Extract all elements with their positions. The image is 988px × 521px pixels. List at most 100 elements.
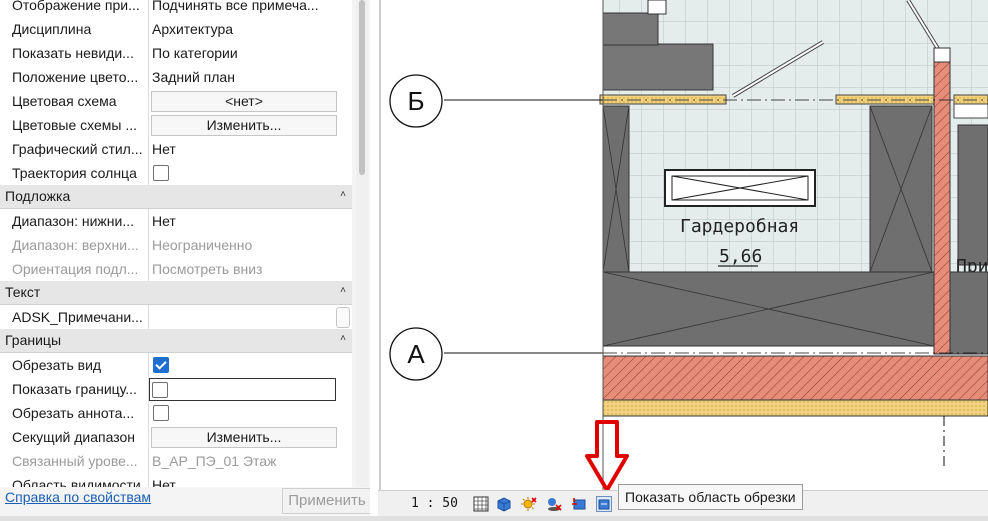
grid-bubble-b[interactable]: Б bbox=[389, 74, 443, 128]
property-row[interactable]: Обрезать вид bbox=[0, 353, 352, 378]
property-row[interactable]: Обрезать аннота... bbox=[0, 401, 352, 426]
property-value[interactable]: Посмотреть вниз bbox=[152, 257, 348, 281]
property-row[interactable]: Дисциплина Архитектура bbox=[0, 17, 352, 42]
crop-view-icon[interactable] bbox=[571, 496, 587, 512]
room-name-label: Гардеробная bbox=[680, 216, 799, 237]
property-row[interactable]: Траектория солнца bbox=[0, 161, 352, 186]
red-arrow-annotation bbox=[585, 420, 629, 492]
grid-b-label: Б bbox=[407, 86, 424, 116]
insulation-strip bbox=[599, 94, 727, 105]
column-divider bbox=[148, 449, 149, 473]
property-name: Положение цвето... bbox=[12, 69, 139, 85]
property-row[interactable]: Положение цвето... Задний план bbox=[0, 65, 352, 90]
property-row[interactable]: Секущий диапазон Изменить... bbox=[0, 425, 352, 450]
column-divider bbox=[148, 65, 149, 89]
scale-indicator[interactable]: 1 : 50 bbox=[411, 496, 458, 511]
bottom-edge bbox=[0, 516, 988, 521]
properties-panel: Отображение при... Подчинять все примеча.… bbox=[0, 0, 370, 521]
dark-panel-top bbox=[602, 12, 659, 46]
tooltip: Показать область обрезки bbox=[618, 484, 803, 510]
property-name: Отображение при... bbox=[12, 0, 140, 13]
grid-bubble-a[interactable]: А bbox=[389, 327, 443, 381]
brick-wall-horizontal bbox=[602, 355, 988, 401]
property-name: Графический стил... bbox=[12, 141, 143, 157]
property-value[interactable]: По категории bbox=[152, 41, 348, 65]
property-row[interactable]: Цветовые схемы ... Изменить... bbox=[0, 113, 352, 138]
property-value-button[interactable]: Изменить... bbox=[151, 115, 337, 136]
property-group-header[interactable]: Подложка ˄ bbox=[0, 185, 352, 209]
column-divider bbox=[148, 137, 149, 161]
apply-button[interactable]: Применить bbox=[282, 488, 370, 514]
property-row[interactable]: Диапазон: верхни... Неограниченно bbox=[0, 233, 352, 258]
property-value[interactable]: В_АР_ПЭ_01 Этаж bbox=[152, 449, 348, 473]
column-divider bbox=[148, 401, 149, 425]
property-checkbox[interactable] bbox=[153, 405, 169, 421]
grid-a-label: А bbox=[407, 339, 425, 369]
drawing-view[interactable]: Гардеробная 5,66 При 5 Б А bbox=[378, 0, 988, 521]
group-title: Текст bbox=[5, 284, 41, 300]
property-group-header[interactable]: Границы ˄ bbox=[0, 329, 352, 353]
property-row[interactable]: ADSK_Примечани... bbox=[0, 305, 352, 330]
shadows-icon[interactable] bbox=[546, 496, 562, 512]
property-checkbox[interactable] bbox=[153, 165, 169, 181]
show-crop-region-icon[interactable] bbox=[596, 496, 612, 512]
column-divider bbox=[148, 353, 149, 377]
property-value[interactable]: Неограниченно bbox=[152, 233, 348, 257]
collapse-chevron-icon[interactable]: ˄ bbox=[340, 333, 346, 344]
properties-scrollbar[interactable] bbox=[356, 0, 368, 487]
column-divider bbox=[148, 113, 149, 137]
property-value[interactable]: Нет bbox=[152, 209, 348, 233]
column-divider bbox=[148, 17, 149, 41]
property-name: Траектория солнца bbox=[12, 165, 137, 181]
column-divider bbox=[148, 0, 149, 17]
properties-help-link[interactable]: Справка по свойствам bbox=[5, 489, 151, 505]
property-group-header[interactable]: Текст ˄ bbox=[0, 281, 352, 305]
property-name: Дисциплина bbox=[12, 21, 92, 37]
property-name: Цветовая схема bbox=[12, 93, 117, 109]
property-checkbox[interactable] bbox=[153, 357, 169, 373]
floor-plan-drawing[interactable]: Гардеробная 5,66 При 5 Б А bbox=[378, 0, 988, 521]
visual-style-icon[interactable] bbox=[496, 496, 512, 512]
column-divider bbox=[148, 161, 149, 185]
property-name: Диапазон: нижни... bbox=[12, 213, 134, 229]
property-row[interactable]: Цветовая схема <нет> bbox=[0, 89, 352, 114]
column-divider bbox=[148, 209, 149, 233]
column-divider bbox=[148, 41, 149, 65]
property-row[interactable]: Графический стил... Нет bbox=[0, 137, 352, 162]
collapse-chevron-icon[interactable]: ˄ bbox=[340, 189, 346, 200]
dark-panel bbox=[602, 43, 714, 91]
property-value-button[interactable]: Изменить... bbox=[151, 427, 337, 448]
property-name: Диапазон: верхни... bbox=[12, 237, 139, 253]
column-divider bbox=[148, 89, 149, 113]
column-divider bbox=[148, 233, 149, 257]
property-name: ADSK_Примечани... bbox=[12, 309, 143, 325]
property-row[interactable]: Связанный урове... В_АР_ПЭ_01 Этаж bbox=[0, 449, 352, 474]
property-row[interactable]: Показать границу... bbox=[0, 377, 352, 402]
property-row[interactable]: Отображение при... Подчинять все примеча.… bbox=[0, 0, 352, 18]
sun-path-icon[interactable] bbox=[521, 496, 537, 512]
property-row[interactable]: Диапазон: нижни... Нет bbox=[0, 209, 352, 234]
property-value-button[interactable]: <нет> bbox=[151, 91, 337, 112]
property-value[interactable]: Задний план bbox=[152, 65, 348, 89]
property-value[interactable]: Подчинять все примеча... bbox=[152, 0, 348, 17]
group-title: Подложка bbox=[5, 188, 71, 204]
detail-level-icon[interactable] bbox=[473, 496, 489, 512]
property-name: Ориентация подл... bbox=[12, 261, 139, 277]
property-value-focused[interactable] bbox=[149, 378, 336, 401]
group-title: Границы bbox=[5, 332, 61, 348]
insulation-bottom bbox=[602, 399, 988, 417]
scrollbar-thumb[interactable] bbox=[359, 0, 365, 175]
property-name: Показать границу... bbox=[12, 381, 137, 397]
collapse-chevron-icon[interactable]: ˄ bbox=[340, 285, 346, 296]
property-value-field[interactable] bbox=[152, 305, 348, 329]
property-name: Показать невиди... bbox=[12, 45, 134, 61]
property-name: Цветовые схемы ... bbox=[12, 117, 138, 133]
property-row[interactable]: Показать невиди... По категории bbox=[0, 41, 352, 66]
property-value[interactable]: Архитектура bbox=[152, 17, 348, 41]
property-row[interactable]: Ориентация подл... Посмотреть вниз bbox=[0, 257, 352, 282]
column-divider bbox=[148, 257, 149, 281]
property-checkbox[interactable] bbox=[152, 382, 168, 398]
property-name: Обрезать аннота... bbox=[12, 405, 135, 421]
property-value[interactable]: Нет bbox=[152, 137, 348, 161]
edit-text-button[interactable] bbox=[336, 307, 350, 328]
